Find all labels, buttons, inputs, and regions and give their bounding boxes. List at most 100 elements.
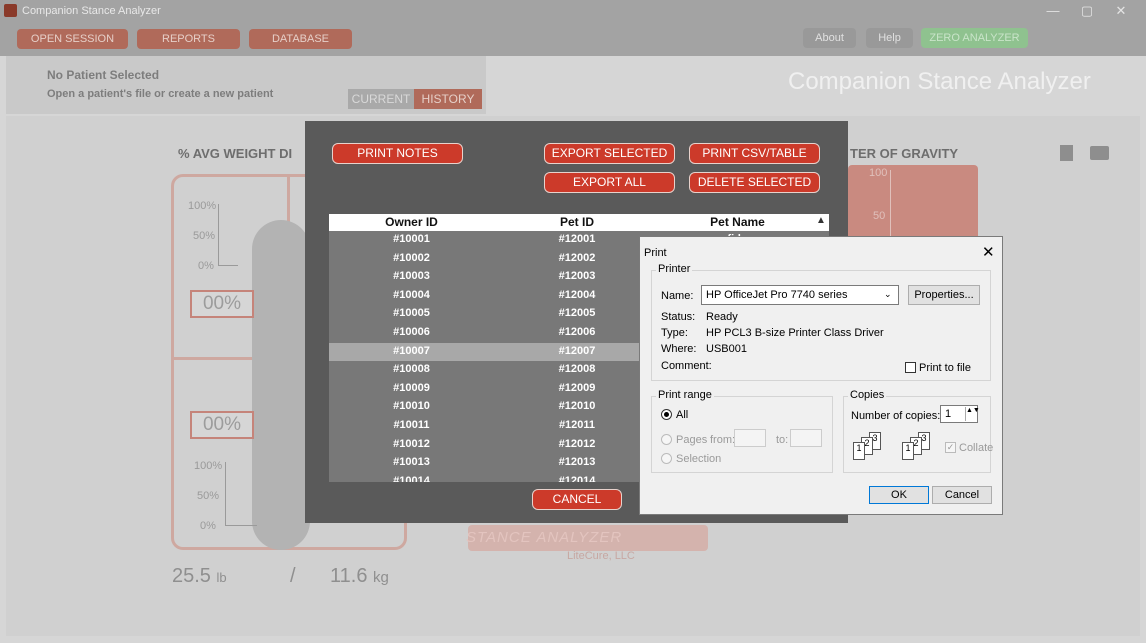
from-input[interactable] — [734, 429, 766, 447]
print-notes-button[interactable]: PRINT NOTES — [332, 143, 463, 164]
weight-lb-unit: lb — [216, 570, 227, 585]
copies-spinner[interactable]: 1 ▲▼ — [940, 405, 980, 423]
table-header: Owner ID Pet ID Pet Name ▲ — [329, 214, 829, 231]
to-input[interactable] — [790, 429, 822, 447]
cancel-button[interactable]: Cancel — [932, 486, 992, 504]
close-icon[interactable]: ✕ — [1111, 3, 1131, 19]
dialog-title: Print — [644, 247, 667, 259]
selection-radio[interactable] — [661, 453, 672, 464]
pet-id-cell: #12003 — [558, 270, 596, 283]
gauge-label-100-bottom: 100% — [194, 460, 223, 472]
printer-select[interactable]: HP OfficeJet Pro 7740 series ⌄ — [701, 285, 899, 305]
export-all-button[interactable]: EXPORT ALL — [544, 172, 675, 193]
reports-button[interactable]: REPORTS — [137, 29, 240, 49]
properties-button[interactable]: Properties... — [908, 285, 980, 305]
cog-label-50: 50 — [873, 210, 886, 222]
header-owner-id[interactable]: Owner ID — [329, 215, 494, 229]
all-radio[interactable] — [661, 409, 672, 420]
collate-checkbox[interactable]: ✓ — [945, 442, 956, 453]
window-title: Companion Stance Analyzer — [22, 5, 161, 17]
dog-silhouette — [252, 220, 310, 550]
history-toggle[interactable]: HISTORY — [414, 89, 482, 109]
zero-analyzer-button[interactable]: ZERO ANALYZER — [921, 28, 1028, 48]
maximize-icon[interactable]: ▢ — [1077, 3, 1097, 19]
gauge-label-100: 100% — [188, 200, 217, 212]
status-value: Ready — [706, 311, 738, 323]
gauge-bar-top — [218, 204, 238, 266]
ok-button[interactable]: OK — [869, 486, 929, 504]
owner-id-cell: #10012 — [393, 437, 430, 450]
pages-radio[interactable] — [661, 434, 672, 445]
open-session-button[interactable]: OPEN SESSION — [17, 29, 128, 49]
export-selected-button[interactable]: EXPORT SELECTED — [544, 143, 675, 164]
gauge-label-0: 0% — [198, 260, 214, 272]
copies-group-label: Copies — [848, 389, 887, 401]
collate-sample-icon-1: 3 2 1 — [853, 432, 893, 462]
print-to-file-label: Print to file — [919, 362, 971, 374]
chevron-down-icon: ⌄ — [884, 289, 892, 299]
weight-kg-unit: kg — [373, 569, 389, 586]
pet-id-cell: #12005 — [558, 307, 596, 320]
type-value: HP PCL3 B-size Printer Class Driver — [706, 327, 884, 339]
scroll-up-icon[interactable]: ▲ — [816, 215, 826, 226]
printer-select-value: HP OfficeJet Pro 7740 series — [706, 289, 848, 301]
owner-id-cell: #10007 — [393, 344, 430, 357]
all-label: All — [676, 409, 689, 421]
pet-id-cell: #12010 — [558, 400, 596, 413]
pages-label: Pages — [676, 434, 708, 446]
pet-id-cell: #12014 — [558, 474, 596, 482]
print-to-file-checkbox[interactable] — [905, 362, 916, 373]
collate-sample-icon-2: 3 2 1 — [902, 432, 942, 462]
patient-title: No Patient Selected — [47, 68, 160, 82]
print-icon[interactable] — [1090, 146, 1109, 160]
weight-separator: / — [290, 565, 296, 587]
owner-id-cell: #10013 — [393, 456, 430, 469]
pet-id-cell: #12006 — [558, 326, 596, 338]
modal-cancel-button[interactable]: CANCEL — [532, 489, 622, 510]
dialog-close-icon[interactable]: ✕ — [982, 243, 995, 261]
owner-id-cell: #10010 — [393, 400, 430, 413]
report-icon[interactable] — [1060, 145, 1073, 161]
cog-label-100: 100 — [869, 167, 888, 179]
weight-kg: 11.6 kg — [330, 565, 389, 588]
owner-id-cell: #10002 — [393, 251, 430, 264]
current-toggle[interactable]: CURRENT — [348, 89, 414, 109]
print-csv-button[interactable]: PRINT CSV/TABLE — [689, 143, 820, 164]
logo-text: STANCE ANALYZER — [466, 529, 623, 546]
gauge-label-50-bottom: 50% — [197, 490, 220, 502]
pet-id-cell: #12008 — [558, 363, 596, 376]
help-button[interactable]: Help — [866, 28, 913, 48]
owner-id-cell: #10006 — [393, 326, 430, 338]
pet-id-cell: #12009 — [558, 381, 596, 394]
name-label: Name: — [661, 290, 694, 302]
from-label: from: — [710, 434, 736, 446]
cog-title: TER OF GRAVITY — [850, 146, 959, 161]
weight-kg-value: 11.6 — [330, 565, 368, 587]
selection-label: Selection — [676, 453, 722, 465]
pet-id-cell: #12011 — [558, 419, 596, 431]
pet-id-cell: #12013 — [558, 456, 596, 469]
print-dialog: Print ✕ Printer Name: HP OfficeJet Pro 7… — [639, 236, 1003, 515]
number-of-copies-label: Number of copies: — [851, 410, 941, 422]
pet-id-cell: #12012 — [558, 437, 596, 450]
pet-id-cell: #12001 — [558, 233, 596, 245]
owner-id-cell: #10009 — [393, 381, 430, 394]
database-button[interactable]: DATABASE — [249, 29, 352, 49]
app-icon — [4, 4, 17, 17]
logo-company: LiteCure, LLC — [567, 550, 635, 562]
owner-id-cell: #10011 — [393, 419, 430, 431]
header-pet-id[interactable]: Pet ID — [494, 215, 660, 229]
spinner-arrows-icon[interactable]: ▲▼ — [965, 407, 980, 421]
delete-selected-button[interactable]: DELETE SELECTED — [689, 172, 820, 193]
where-value: USB001 — [706, 343, 747, 355]
status-label: Status: — [661, 311, 696, 323]
owner-id-cell: #10005 — [393, 307, 430, 320]
owner-id-cell: #10008 — [393, 363, 430, 376]
header-pet-name[interactable]: Pet Name — [660, 215, 815, 229]
printer-group-label: Printer — [656, 263, 693, 275]
owner-id-cell: #10004 — [393, 288, 430, 301]
gauge-bar-bottom — [225, 462, 257, 526]
avg-weight-title: % AVG WEIGHT DI — [178, 146, 293, 161]
minimize-icon[interactable]: — — [1043, 3, 1063, 19]
about-button[interactable]: About — [803, 28, 856, 48]
